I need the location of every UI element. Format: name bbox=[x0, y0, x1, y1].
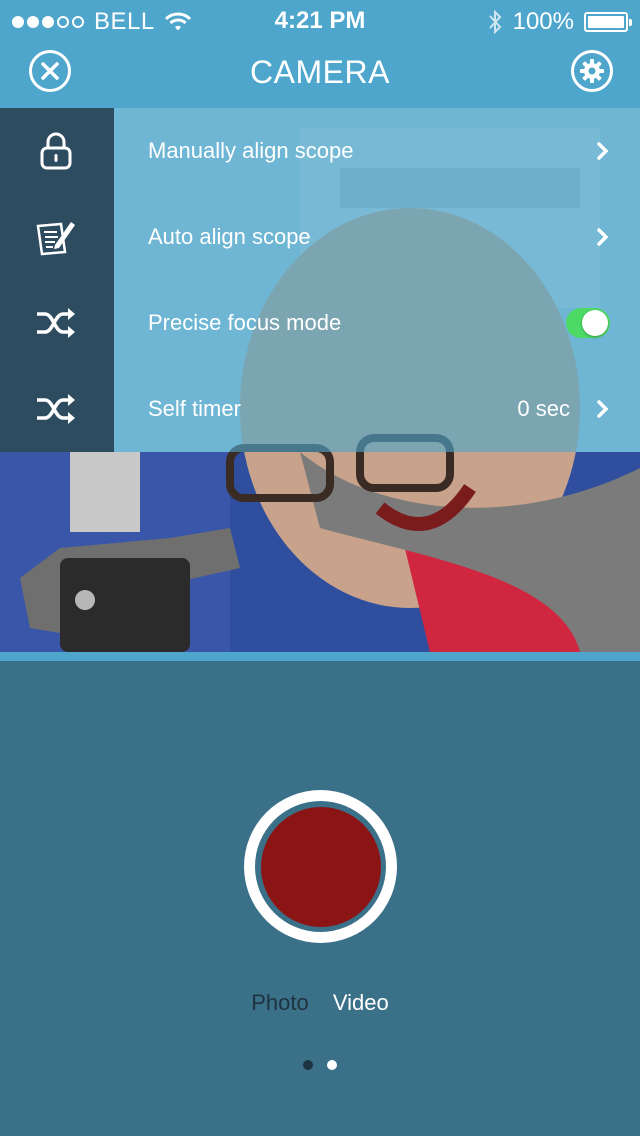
page-dot-active bbox=[327, 1060, 337, 1070]
lock-icon bbox=[30, 130, 82, 172]
menu-item-label: Manually align scope bbox=[148, 138, 354, 163]
mode-photo[interactable]: Photo bbox=[251, 990, 309, 1016]
menu-item-precise-focus: Precise focus mode bbox=[0, 280, 640, 366]
toggle-knob bbox=[582, 310, 608, 336]
edit-document-icon bbox=[30, 216, 82, 258]
battery-fill bbox=[588, 16, 624, 28]
top-bar: BELL 4:21 PM 100% CAMERA bbox=[0, 0, 640, 108]
battery-percent: 100% bbox=[512, 8, 574, 35]
chevron-right-icon bbox=[597, 400, 609, 418]
shuffle-icon bbox=[30, 302, 82, 344]
chevron-right-icon bbox=[597, 142, 609, 160]
battery-icon bbox=[584, 12, 632, 32]
precise-focus-toggle[interactable] bbox=[566, 308, 610, 338]
menu-item-label: Self timer bbox=[148, 396, 241, 421]
page-indicator[interactable] bbox=[0, 1060, 640, 1070]
menu-item-label: Precise focus mode bbox=[148, 310, 342, 335]
camera-preview[interactable]: Manually align scope Auto align scope Pr… bbox=[0, 108, 640, 652]
status-right: 100% bbox=[487, 8, 632, 36]
menu-item-manual-align[interactable]: Manually align scope bbox=[0, 108, 640, 194]
preview-divider bbox=[0, 652, 640, 661]
chevron-right-icon bbox=[597, 228, 609, 246]
lock-icon-shape bbox=[40, 132, 72, 170]
bluetooth-icon bbox=[488, 10, 501, 34]
menu-item-auto-align[interactable]: Auto align scope bbox=[0, 194, 640, 280]
shuffle-icon-shape bbox=[37, 394, 75, 424]
self-timer-value: 0 sec bbox=[517, 396, 570, 421]
shuffle-icon bbox=[30, 388, 82, 430]
menu-item-self-timer[interactable]: Self timer 0 sec bbox=[0, 366, 640, 452]
mode-video[interactable]: Video bbox=[333, 990, 389, 1016]
settings-overlay: Manually align scope Auto align scope Pr… bbox=[0, 108, 640, 452]
shuffle-icon-shape bbox=[37, 308, 75, 338]
page-dot bbox=[303, 1060, 313, 1070]
record-ring bbox=[255, 801, 386, 932]
navigation-bar: CAMERA bbox=[0, 40, 640, 108]
menu-item-label: Auto align scope bbox=[148, 224, 311, 249]
capture-mode-switcher: Photo Video bbox=[0, 990, 640, 1016]
status-bar: BELL 4:21 PM 100% bbox=[0, 0, 640, 40]
edit-document-icon-shape bbox=[36, 222, 75, 256]
record-button[interactable] bbox=[244, 790, 397, 943]
page-title: CAMERA bbox=[250, 54, 390, 90]
settings-button[interactable] bbox=[571, 50, 613, 92]
gear-icon bbox=[580, 59, 604, 83]
record-core bbox=[260, 806, 381, 927]
